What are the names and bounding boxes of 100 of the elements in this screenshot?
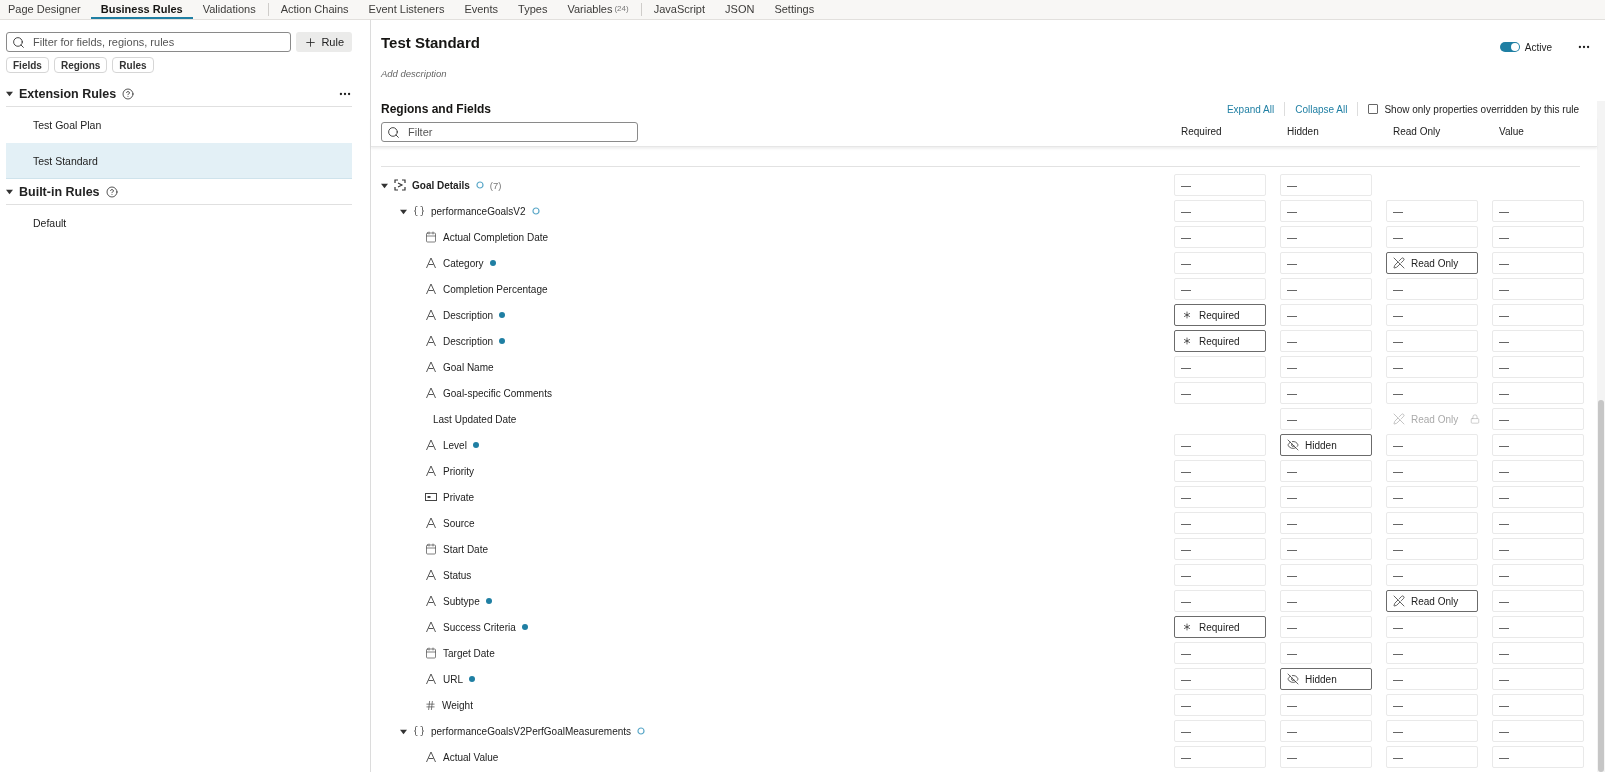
property-cell[interactable]: —	[1492, 538, 1584, 560]
property-cell[interactable]: —	[1280, 486, 1372, 508]
property-cell[interactable]: —	[1492, 486, 1584, 508]
property-cell[interactable]: —	[1174, 252, 1266, 274]
filter-field[interactable]: Filter	[381, 121, 638, 142]
property-cell[interactable]: —	[1492, 460, 1584, 482]
property-cell[interactable]: —	[1280, 226, 1372, 248]
tab[interactable]: Events	[454, 0, 509, 19]
search-field[interactable]: Filter for fields, regions, rules	[6, 32, 292, 52]
property-cell[interactable]: —	[1386, 746, 1478, 768]
property-cell[interactable]: —	[1386, 200, 1478, 222]
property-cell[interactable]: —	[1386, 538, 1478, 560]
tab[interactable]: Event Listeners	[358, 0, 455, 19]
property-cell[interactable]: —	[1492, 304, 1584, 326]
property-cell[interactable]: —	[1174, 382, 1266, 404]
property-cell[interactable]: —	[1492, 512, 1584, 534]
property-cell[interactable]: —	[1386, 330, 1478, 352]
property-cell[interactable]: —	[1174, 434, 1266, 456]
property-cell[interactable]: —	[1174, 694, 1266, 716]
filter-chip[interactable]: Rules	[112, 57, 154, 73]
caret-icon[interactable]	[6, 90, 13, 97]
tab[interactable]: Validations	[192, 0, 266, 19]
tab[interactable]: Action Chains	[270, 0, 359, 19]
property-cell[interactable]: —	[1492, 590, 1584, 612]
property-cell[interactable]: —	[1492, 278, 1584, 300]
required-cell[interactable]: Required	[1174, 330, 1266, 352]
property-cell[interactable]: —	[1492, 434, 1584, 456]
property-cell[interactable]: —	[1280, 356, 1372, 378]
property-cell[interactable]: —	[1280, 564, 1372, 586]
read-only-cell[interactable]: Read Only	[1386, 590, 1478, 612]
toolbar-link[interactable]: Collapse All	[1285, 103, 1358, 115]
property-cell[interactable]: —	[1492, 694, 1584, 716]
property-cell[interactable]: —	[1492, 642, 1584, 664]
property-cell[interactable]: —	[1280, 616, 1372, 638]
property-cell[interactable]: —	[1386, 460, 1478, 482]
property-cell[interactable]: —	[1174, 200, 1266, 222]
toolbar-link[interactable]: Expand All	[1216, 103, 1285, 115]
property-cell[interactable]: —	[1174, 564, 1266, 586]
property-cell[interactable]: —	[1386, 694, 1478, 716]
help-icon[interactable]	[122, 87, 135, 100]
tab[interactable]: JSON	[715, 0, 765, 19]
property-cell[interactable]: —	[1280, 720, 1372, 742]
description-placeholder[interactable]: Add description	[381, 68, 1500, 79]
property-cell[interactable]: —	[1174, 590, 1266, 612]
active-switch[interactable]	[1499, 42, 1520, 52]
scrollbar[interactable]	[1597, 101, 1605, 772]
tab[interactable]: Page Designer	[8, 0, 91, 19]
checkbox[interactable]	[1368, 104, 1379, 114]
caret-icon[interactable]	[400, 207, 407, 215]
property-cell[interactable]: —	[1280, 590, 1372, 612]
property-cell[interactable]: —	[1386, 486, 1478, 508]
property-cell[interactable]: —	[1174, 746, 1266, 768]
hidden-cell[interactable]: Hidden	[1280, 434, 1372, 456]
rule-item[interactable]: Test Goal Plan	[6, 107, 352, 143]
property-cell[interactable]: —	[1280, 538, 1372, 560]
property-cell[interactable]: —	[1174, 486, 1266, 508]
help-icon[interactable]	[105, 185, 118, 198]
property-cell[interactable]: —	[1492, 252, 1584, 274]
property-cell[interactable]: —	[1386, 304, 1478, 326]
filter-chip[interactable]: Fields	[6, 57, 49, 73]
property-cell[interactable]: —	[1280, 252, 1372, 274]
property-cell[interactable]: —	[1174, 538, 1266, 560]
property-cell[interactable]: —	[1492, 356, 1584, 378]
property-cell[interactable]: —	[1492, 200, 1584, 222]
tab[interactable]: Types	[508, 0, 558, 19]
property-cell[interactable]: —	[1386, 720, 1478, 742]
property-cell[interactable]: —	[1386, 512, 1478, 534]
property-cell[interactable]: —	[1492, 616, 1584, 638]
tab[interactable]: Variables (24)	[557, 0, 639, 19]
property-cell[interactable]: —	[1386, 564, 1478, 586]
property-cell[interactable]: —	[1174, 226, 1266, 248]
property-cell[interactable]: —	[1386, 642, 1478, 664]
property-cell[interactable]: —	[1386, 278, 1478, 300]
property-cell[interactable]: —	[1492, 330, 1584, 352]
required-cell[interactable]: Required	[1174, 304, 1266, 326]
tab[interactable]: Settings	[764, 0, 825, 19]
property-cell[interactable]: —	[1280, 694, 1372, 716]
caret-icon[interactable]	[381, 181, 388, 189]
add-rule-button[interactable]: Rule	[296, 32, 352, 52]
property-cell[interactable]: —	[1280, 642, 1372, 664]
hidden-cell[interactable]: Hidden	[1280, 668, 1372, 690]
property-cell[interactable]: —	[1280, 460, 1372, 482]
property-cell[interactable]: —	[1174, 720, 1266, 742]
property-cell[interactable]: —	[1280, 408, 1372, 430]
property-cell[interactable]: —	[1386, 226, 1478, 248]
property-cell[interactable]: —	[1386, 382, 1478, 404]
property-cell[interactable]: —	[1280, 200, 1372, 222]
property-cell[interactable]: —	[1492, 720, 1584, 742]
property-cell[interactable]: —	[1492, 408, 1584, 430]
property-cell[interactable]: —	[1280, 304, 1372, 326]
property-cell[interactable]: —	[1174, 642, 1266, 664]
caret-icon[interactable]	[6, 188, 13, 195]
property-cell[interactable]: —	[1386, 668, 1478, 690]
tab[interactable]: JavaScript	[643, 0, 716, 19]
property-cell[interactable]: —	[1280, 746, 1372, 768]
rule-item[interactable]: Test Standard	[6, 143, 352, 179]
property-cell[interactable]: —	[1492, 226, 1584, 248]
property-cell[interactable]: —	[1386, 356, 1478, 378]
property-cell[interactable]: —	[1174, 460, 1266, 482]
property-cell[interactable]: —	[1280, 174, 1372, 196]
